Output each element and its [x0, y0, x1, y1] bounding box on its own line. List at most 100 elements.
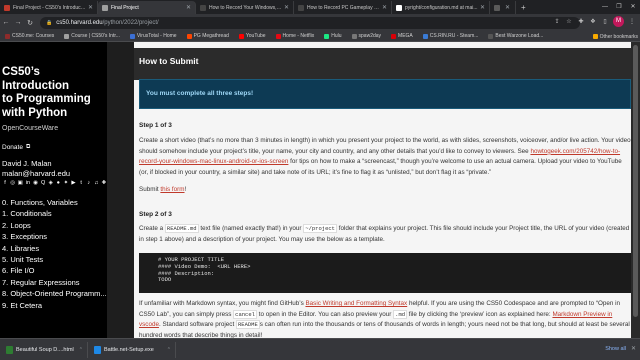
other-bookmarks[interactable]: Other bookmarks: [592, 31, 638, 41]
tab-title: pyright/configuration.md at mai...: [405, 4, 478, 11]
social-icon[interactable]: t: [78, 180, 84, 187]
forward-icon[interactable]: →: [12, 19, 24, 26]
puzzle-icon[interactable]: ❖: [589, 18, 597, 26]
step2-paragraph: Create a README.md text file (named exac…: [139, 224, 631, 245]
social-icon[interactable]: ✦: [63, 180, 69, 187]
profile-avatar[interactable]: M: [613, 16, 624, 27]
address-bar-row: ← → ↻ 🔒 cs50.harvard.edu/python/2022/pro…: [0, 14, 640, 31]
course-title[interactable]: CS50’s Introduction to Programming with …: [0, 66, 107, 120]
reload-icon[interactable]: ↻: [24, 19, 36, 27]
tab-close-icon[interactable]: ✕: [186, 4, 191, 11]
bookmark-item[interactable]: Best Warzone Load...: [483, 33, 548, 39]
sidepanel-icon[interactable]: ▯: [601, 18, 609, 26]
download-item[interactable]: Beautiful Soup D....html ⌃: [2, 341, 88, 358]
chevron-up-icon[interactable]: ⌃: [79, 347, 83, 353]
social-icon[interactable]: Q: [40, 180, 46, 187]
close-window-icon[interactable]: ✕: [626, 0, 640, 14]
share-icon[interactable]: ⇪: [553, 18, 561, 26]
browser-tab[interactable]: Final Project - CS50's Introducti... ✕: [0, 1, 98, 14]
window-controls: — ❐ ✕: [598, 0, 640, 14]
lecture-link[interactable]: 7. Regular Expressions: [2, 277, 107, 288]
alert-box: You must complete all three steps!: [139, 79, 631, 109]
bookmark-label: Home - Netflix: [282, 33, 315, 39]
url-input[interactable]: 🔒 cs50.harvard.edu/python/2022/project/: [40, 16, 580, 29]
bookmark-item[interactable]: CS50.me: Courses: [0, 33, 59, 39]
close-download-bar-icon[interactable]: ✕: [631, 345, 636, 352]
bookmark-item[interactable]: MEGA: [386, 33, 418, 39]
bookmark-item[interactable]: spaw2day: [347, 33, 387, 39]
bookmark-label: Best Warzone Load...: [495, 33, 544, 39]
bookmark-item[interactable]: Home - Netflix: [271, 33, 320, 39]
tab-close-icon[interactable]: ✕: [505, 4, 510, 11]
bookmark-favicon-icon: [64, 33, 70, 39]
author-email[interactable]: malan@harvard.edu: [2, 169, 107, 179]
lecture-link[interactable]: 4. Libraries: [2, 243, 107, 254]
new-tab-button[interactable]: +: [516, 1, 531, 14]
bookmark-favicon-icon: [391, 33, 397, 39]
bookmark-item[interactable]: Hulu: [319, 33, 346, 39]
lecture-link[interactable]: 0. Functions, Variables: [2, 197, 107, 208]
minimize-icon[interactable]: —: [598, 0, 612, 14]
bookmark-item[interactable]: Course | CS50's Intr...: [59, 33, 125, 39]
scrollbar-thumb[interactable]: [633, 45, 638, 317]
bookmark-label: CS50.me: Courses: [12, 33, 55, 39]
download-list: Beautiful Soup D....html ⌃ Battle.net-Setu…: [0, 341, 176, 358]
lecture-link[interactable]: 8. Object-Oriented Programm...: [2, 288, 107, 299]
main-area: How to Submit You must complete all thre…: [107, 42, 633, 338]
lecture-link[interactable]: 5. Unit Tests: [2, 254, 107, 265]
bookmark-item[interactable]: YouTube: [234, 33, 271, 39]
bookmark-favicon-icon: [324, 33, 330, 39]
tab-favicon-icon: [298, 4, 304, 11]
bookmark-favicon-icon: [129, 33, 135, 39]
social-icon[interactable]: in: [25, 180, 31, 187]
url-host: cs50.harvard.edu: [56, 19, 103, 26]
tab-close-icon[interactable]: ✕: [284, 4, 289, 11]
lecture-link[interactable]: 2. Loops: [2, 220, 107, 231]
donate-label: Donate: [2, 144, 23, 151]
social-icon[interactable]: ♫: [93, 180, 99, 187]
bookmark-item[interactable]: CS.RIN.RU - Steam...: [418, 33, 484, 39]
back-icon[interactable]: ←: [0, 19, 12, 26]
github-syntax-link[interactable]: Basic Writing and Formatting Syntax: [305, 300, 407, 307]
url-path: /python/2022/project/: [102, 19, 159, 26]
donate-link[interactable]: Donate ⧉: [0, 144, 107, 151]
tab-close-icon[interactable]: ✕: [480, 4, 485, 11]
browser-tab[interactable]: How to Record Your Windows, M... ✕: [196, 1, 294, 14]
tab-close-icon[interactable]: ✕: [382, 4, 387, 11]
bookmark-label: Course | CS50's Intr...: [71, 33, 120, 39]
brand-label[interactable]: OpenCourseWare: [0, 125, 107, 132]
lecture-link[interactable]: 3. Exceptions: [2, 231, 107, 242]
lecture-link[interactable]: 6. File I/O: [2, 265, 107, 276]
download-item[interactable]: Battle.net-Setup.exe ⌃: [90, 341, 176, 358]
star-icon[interactable]: ☆: [565, 18, 573, 26]
browser-tab[interactable]: pyright/configuration.md at mai... ✕: [392, 1, 490, 14]
page-scrollbar[interactable]: [631, 42, 640, 338]
show-all-downloads-button[interactable]: Show all: [605, 346, 626, 352]
p3-text-e: . Standard software project: [158, 321, 236, 329]
social-icon[interactable]: ◉: [32, 180, 38, 187]
tab-favicon-icon: [396, 4, 402, 11]
lecture-link[interactable]: 1. Conditionals: [2, 208, 107, 219]
lock-icon[interactable]: 🔒: [46, 20, 52, 26]
social-icon[interactable]: f: [2, 180, 8, 187]
social-icon[interactable]: ◎: [10, 180, 16, 187]
extension-icon[interactable]: ✚: [577, 18, 585, 26]
tab-close-icon[interactable]: ✕: [88, 4, 93, 11]
template-code-block[interactable]: # YOUR PROJECT TITLE #### Video Demo: <U…: [139, 253, 631, 293]
social-icon[interactable]: ●: [55, 180, 61, 187]
menu-icon[interactable]: ⋮: [628, 18, 636, 26]
bookmark-item[interactable]: VirusTotal - Home: [125, 33, 182, 39]
bookmark-item[interactable]: PG Megathread: [182, 33, 234, 39]
maximize-icon[interactable]: ❐: [612, 0, 626, 14]
social-icon[interactable]: ▶: [70, 180, 76, 187]
chevron-up-icon[interactable]: ⌃: [167, 347, 171, 353]
social-icon[interactable]: ▣: [17, 180, 23, 187]
browser-tab[interactable]: ✕: [490, 1, 516, 14]
course-title-line: to Programming: [2, 93, 91, 105]
browser-tab[interactable]: How to Record PC Gameplay Wi... ✕: [294, 1, 392, 14]
social-icon[interactable]: ◈: [48, 180, 54, 187]
social-icon[interactable]: ♪: [86, 180, 92, 187]
lecture-link[interactable]: 9. Et Cetera: [2, 300, 107, 311]
browser-tab[interactable]: Final Project ✕: [98, 1, 196, 14]
submit-form-link[interactable]: this form: [160, 186, 184, 193]
